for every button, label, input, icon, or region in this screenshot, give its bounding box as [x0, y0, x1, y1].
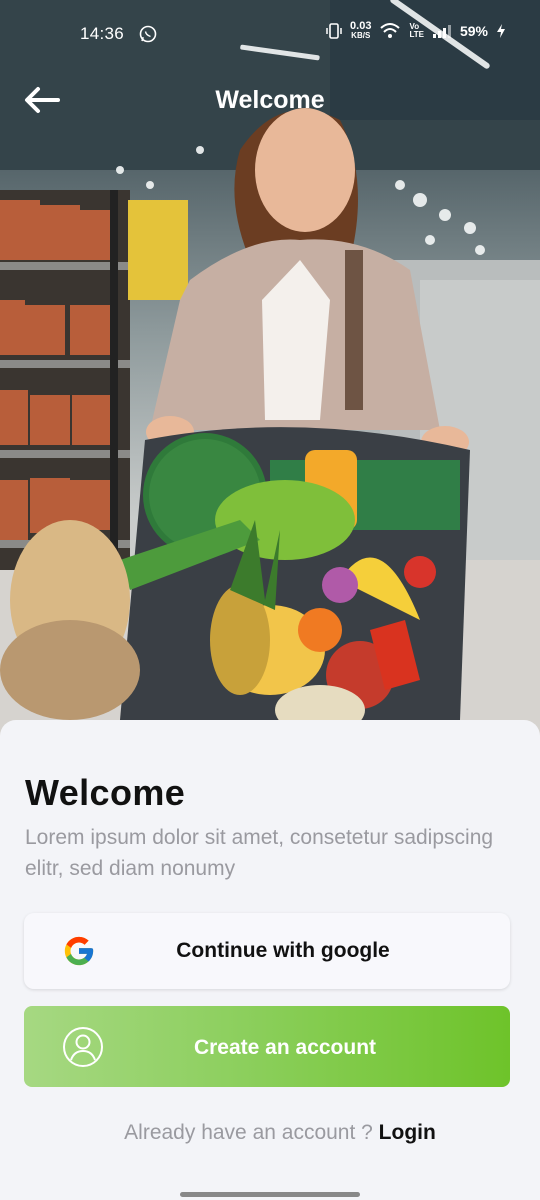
vibrate-icon: [326, 23, 342, 39]
home-indicator[interactable]: [180, 1192, 360, 1197]
volte-bottom: LTE: [409, 30, 424, 39]
network-speed: 0.03 KB/S: [350, 20, 372, 41]
login-prompt: Already have an account ?: [124, 1121, 373, 1144]
continue-with-google-button[interactable]: Continue with google: [24, 913, 510, 989]
status-time: 14:36: [80, 24, 125, 43]
sheet-title: Welcome: [25, 772, 186, 813]
top-bar-title: Welcome: [215, 86, 325, 114]
net-speed-value: 0.03: [350, 20, 372, 32]
charging-icon: [497, 24, 505, 38]
whatsapp-icon: [139, 25, 157, 43]
net-speed-unit: KB/S: [351, 31, 371, 40]
volte-indicator: Vo LTE: [409, 23, 424, 39]
top-bar: Welcome: [0, 78, 540, 122]
signal-icon: [432, 25, 451, 38]
wifi-icon: [380, 23, 401, 38]
sheet-description: Lorem ipsum dolor sit amet, consetetur s…: [25, 826, 494, 880]
create-account-label: Create an account: [193, 1036, 377, 1059]
battery-percent: 59%: [459, 23, 488, 39]
welcome-sheet: Welcome Lorem ipsum dolor sit amet, cons…: [0, 720, 540, 1200]
login-row: Already have an account ? Login: [0, 1121, 540, 1145]
status-bar: 14:36 0.03 KB/S Vo LTE 59%: [0, 0, 540, 70]
login-link[interactable]: Login: [379, 1121, 436, 1144]
status-indicators: 0.03 KB/S Vo LTE 59%: [326, 20, 506, 41]
create-account-button[interactable]: Create an account: [24, 1006, 510, 1087]
google-button-label: Continue with google: [176, 939, 390, 962]
